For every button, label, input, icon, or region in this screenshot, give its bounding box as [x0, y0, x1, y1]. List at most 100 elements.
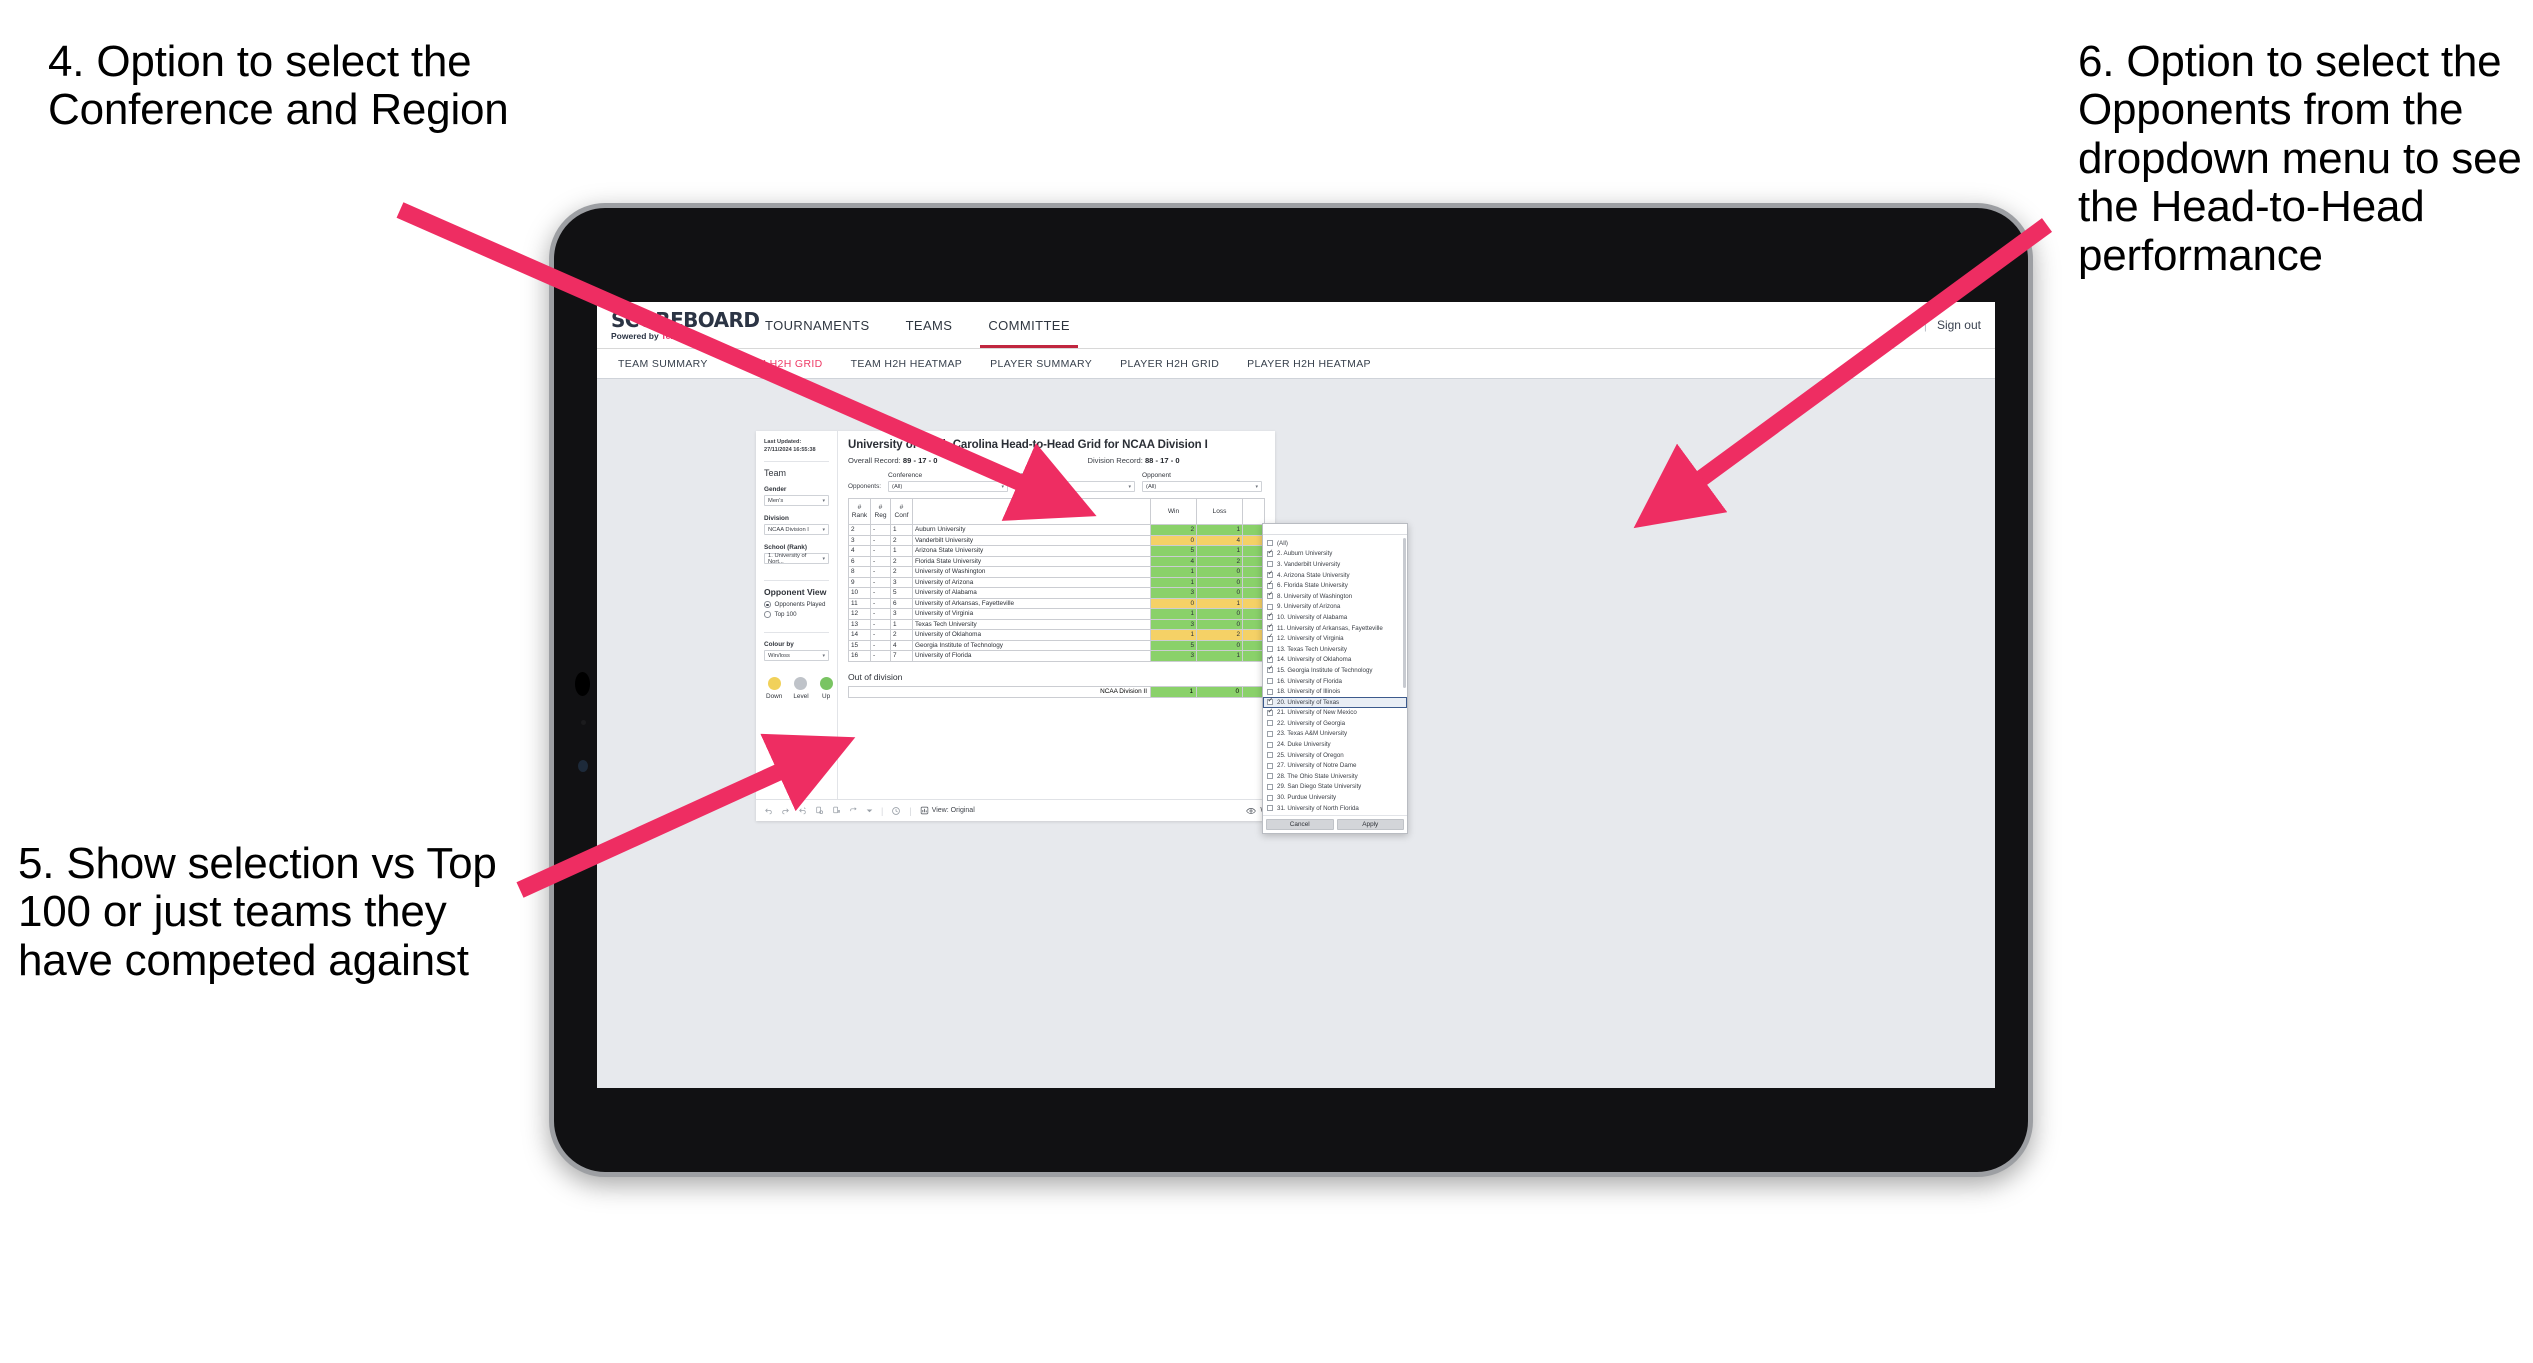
opponent-option[interactable]: 15. Georgia Institute of Technology	[1263, 665, 1407, 676]
checkbox-icon[interactable]	[1267, 762, 1273, 769]
tab-team-h2h-heatmap[interactable]: TEAM H2H HEATMAP	[838, 358, 976, 370]
checkbox-icon[interactable]	[1267, 591, 1273, 600]
opponent-option[interactable]: 4. Arizona State University	[1263, 570, 1407, 581]
conference-select[interactable]: (All) ▾	[888, 481, 1009, 492]
view-original-button[interactable]: View: Original	[920, 806, 975, 815]
cell-win: 5	[1150, 639, 1197, 651]
opponent-option[interactable]: 23. Texas A&M University	[1263, 729, 1407, 740]
opponent-option[interactable]: 21. University of New Mexico	[1263, 708, 1407, 719]
tab-player-summary[interactable]: PLAYER SUMMARY	[977, 358, 1105, 370]
table-row[interactable]: 11-6 University of Arkansas, Fayetteville…	[848, 597, 1265, 609]
history-icon[interactable]	[891, 806, 901, 816]
brand-logo[interactable]: SCOREBOARD Powered by Tennis	[597, 302, 760, 348]
checkbox-icon[interactable]	[1267, 646, 1273, 653]
checkbox-icon[interactable]	[1267, 612, 1273, 621]
opponent-option[interactable]: 18. University of Illinois	[1263, 686, 1407, 697]
checkbox-icon[interactable]	[1267, 561, 1273, 568]
checkbox-icon[interactable]	[1267, 794, 1273, 801]
checkbox-icon[interactable]	[1267, 665, 1273, 674]
checkbox-icon[interactable]	[1267, 752, 1273, 759]
radio-top-100[interactable]: Top 100	[764, 611, 829, 618]
opponent-option[interactable]: 24. Duke University	[1263, 739, 1407, 750]
refresh-data-icon[interactable]	[815, 806, 824, 815]
checkbox-icon[interactable]	[1267, 655, 1273, 663]
opponent-option[interactable]: 25. University of Oregon	[1263, 750, 1407, 761]
nav-item-committee[interactable]: COMMITTEE	[970, 302, 1088, 348]
opponent-search-input[interactable]	[1263, 524, 1407, 535]
tab-team-summary[interactable]: TEAM SUMMARY	[605, 358, 721, 370]
table-row[interactable]: 14-2 University of Oklahoma 1 2	[848, 629, 1265, 641]
checkbox-icon[interactable]	[1267, 720, 1273, 727]
opponent-option[interactable]: 12. University of Virginia	[1263, 633, 1407, 644]
checkbox-icon[interactable]	[1267, 697, 1273, 706]
nav-item-teams[interactable]: TEAMS	[888, 302, 971, 348]
revert-icon[interactable]	[798, 806, 807, 815]
opponent-select[interactable]: (All) ▾	[1142, 481, 1263, 492]
popup-scrollbar-thumb[interactable]	[1403, 538, 1406, 688]
colour-by-select[interactable]: Win/loss ▾	[764, 650, 829, 662]
opponent-option[interactable]: 22. University of Georgia	[1263, 718, 1407, 729]
table-row[interactable]: 16-7 University of Florida 3 1	[848, 650, 1265, 662]
school-rank-select[interactable]: 1. University of Nort... ▾	[764, 553, 829, 565]
tab-team-h2h-grid[interactable]: TEAM H2H GRID	[723, 358, 836, 370]
checkbox-icon[interactable]	[1267, 580, 1273, 589]
opponent-option[interactable]: 10. University of Alabama	[1263, 612, 1407, 623]
table-row[interactable]: 12-3 University of Virginia 1 0	[848, 608, 1265, 620]
opponent-option[interactable]: 31. University of North Florida	[1263, 803, 1407, 814]
gender-select[interactable]: Men's ▾	[764, 495, 829, 507]
tab-player-h2h-grid[interactable]: PLAYER H2H GRID	[1107, 358, 1232, 370]
apply-button[interactable]: Apply	[1336, 819, 1404, 831]
checkbox-icon[interactable]	[1267, 773, 1273, 780]
checkbox-icon[interactable]	[1267, 603, 1273, 610]
table-row[interactable]: 2-1 Auburn University 2 1	[848, 524, 1265, 536]
table-row[interactable]: 10-5 University of Alabama 3 0	[848, 587, 1265, 599]
checkbox-icon[interactable]	[1267, 688, 1273, 695]
opponent-option[interactable]: 13. Texas Tech University	[1263, 644, 1407, 655]
opponent-option[interactable]: 16. University of Florida	[1263, 676, 1407, 687]
opponent-option[interactable]: 8. University of Washington	[1263, 591, 1407, 602]
cancel-button[interactable]: Cancel	[1266, 819, 1334, 831]
opponent-option[interactable]: 29. San Diego State University	[1263, 782, 1407, 793]
redo-icon[interactable]	[781, 806, 790, 815]
table-row[interactable]: 9-3 University of Arizona 1 0	[848, 576, 1265, 588]
nav-item-tournaments[interactable]: TOURNAMENTS	[747, 302, 888, 348]
checkbox-icon[interactable]	[1267, 730, 1273, 737]
checkbox-icon[interactable]	[1267, 633, 1273, 642]
table-row[interactable]: 6-2 Florida State University 4 2	[848, 555, 1265, 567]
division-select[interactable]: NCAA Division I ▾	[764, 524, 829, 536]
undo-icon[interactable]	[764, 806, 773, 815]
checkbox-icon[interactable]	[1267, 708, 1273, 716]
opponent-option[interactable]: 27. University of Notre Dame	[1263, 760, 1407, 771]
checkbox-icon[interactable]	[1267, 805, 1273, 812]
table-row[interactable]: 3-2 Vanderbilt University 0 4	[848, 534, 1265, 546]
chevron-down-icon[interactable]	[866, 807, 873, 814]
region-select[interactable]: (All) ▾	[1015, 481, 1136, 492]
checkbox-icon[interactable]	[1267, 549, 1273, 557]
checkbox-icon[interactable]	[1267, 783, 1273, 790]
col-opponent: Opponent	[912, 498, 1151, 525]
opponent-option[interactable]: 3. Vanderbilt University	[1263, 559, 1407, 570]
opponent-option[interactable]: 6. Florida State University	[1263, 580, 1407, 591]
checkbox-icon[interactable]	[1267, 678, 1273, 685]
opponent-option[interactable]: 11. University of Arkansas, Fayetteville	[1263, 623, 1407, 634]
table-row[interactable]: 4-1 Arizona State University 5 1	[848, 545, 1265, 557]
opponent-option[interactable]: 9. University of Arizona	[1263, 602, 1407, 613]
opponent-option[interactable]: 20. University of Texas	[1263, 696, 1407, 708]
pause-data-icon[interactable]	[832, 806, 841, 815]
tab-player-h2h-heatmap[interactable]: PLAYER H2H HEATMAP	[1234, 358, 1384, 370]
checkbox-icon[interactable]	[1267, 741, 1273, 748]
opponent-option[interactable]: 28. The Ohio State University	[1263, 771, 1407, 782]
share-icon[interactable]	[849, 806, 858, 815]
opponent-option[interactable]: 14. University of Oklahoma	[1263, 655, 1407, 666]
table-row[interactable]: 15-4 Georgia Institute of Technology 5 0	[848, 639, 1265, 651]
opponent-option[interactable]: 2. Auburn University	[1263, 549, 1407, 560]
opponent-option[interactable]: (All)	[1263, 538, 1407, 549]
radio-opponents-played[interactable]: Opponents Played	[764, 601, 829, 608]
opponent-option[interactable]: 30. Purdue University	[1263, 792, 1407, 803]
checkbox-icon[interactable]	[1267, 623, 1273, 632]
sign-out-link[interactable]: Sign out	[1937, 318, 1981, 332]
table-row[interactable]: 13-1 Texas Tech University 3 0	[848, 618, 1265, 630]
table-row[interactable]: 8-2 University of Washington 1 0	[848, 566, 1265, 578]
checkbox-icon[interactable]	[1267, 570, 1273, 579]
checkbox-icon[interactable]	[1267, 540, 1273, 547]
